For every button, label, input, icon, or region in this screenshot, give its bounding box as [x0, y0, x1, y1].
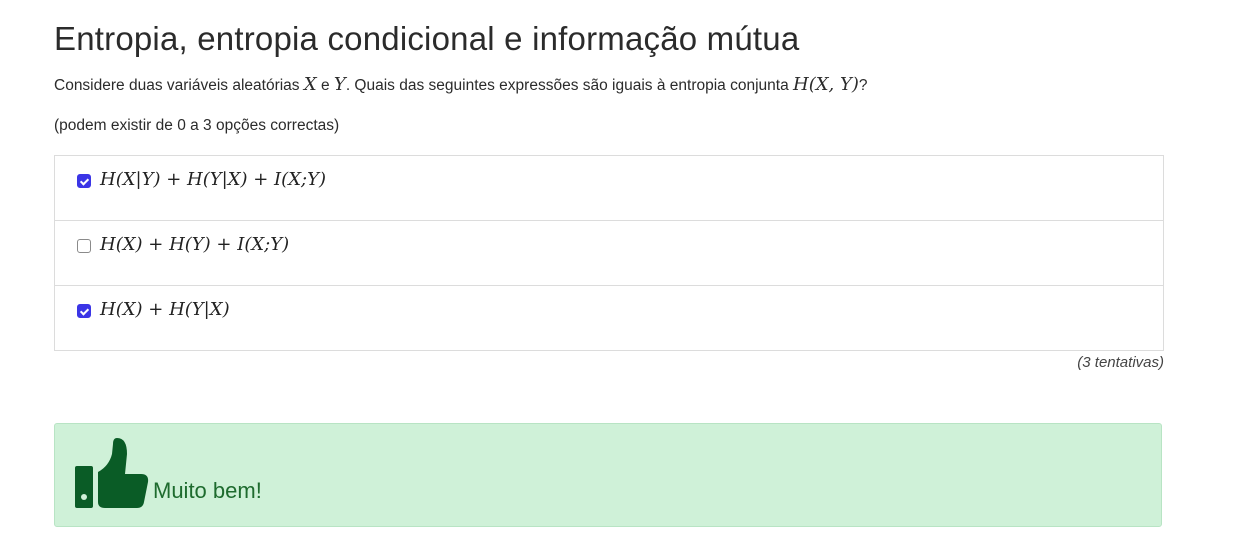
option-2[interactable]: H(X) + H(Y) + I(X;Y) — [55, 220, 1163, 285]
option-1-checkbox[interactable] — [77, 174, 91, 188]
joint-entropy-expr: H(X, Y) — [793, 74, 859, 95]
page-title: Entropia, entropia condicional e informa… — [54, 20, 800, 57]
option-1[interactable]: H(X|Y) + H(Y|X) + I(X;Y) — [55, 156, 1163, 220]
question-suffix: ? — [858, 77, 868, 94]
feedback-alert: Muito bem! — [54, 423, 1162, 527]
option-3-label: H(X) + H(Y|X) — [100, 299, 230, 320]
option-2-checkbox[interactable] — [77, 239, 91, 253]
question-middle: . Quais das seguintes expressões são igu… — [345, 77, 794, 94]
option-3-checkbox[interactable] — [77, 304, 91, 318]
options-list: H(X|Y) + H(Y|X) + I(X;Y) H(X) + H(Y) + I… — [54, 155, 1164, 351]
question-prefix: Considere duas variáveis aleatórias — [54, 77, 304, 94]
var-y: Y — [333, 74, 346, 95]
var-x: X — [303, 74, 317, 95]
thumbs-up-icon — [75, 438, 149, 508]
option-3[interactable]: H(X) + H(Y|X) — [55, 285, 1163, 350]
attempts-count: (3 tentativas) — [1077, 354, 1164, 371]
options-hint: (podem existir de 0 a 3 opções correctas… — [54, 117, 340, 134]
question-text: Considere duas variáveis aleatórias X e … — [54, 74, 868, 95]
question-conj: e — [316, 77, 334, 94]
feedback-text: Muito bem! — [153, 478, 262, 503]
option-2-label: H(X) + H(Y) + I(X;Y) — [100, 234, 290, 255]
option-1-label: H(X|Y) + H(Y|X) + I(X;Y) — [100, 169, 326, 190]
